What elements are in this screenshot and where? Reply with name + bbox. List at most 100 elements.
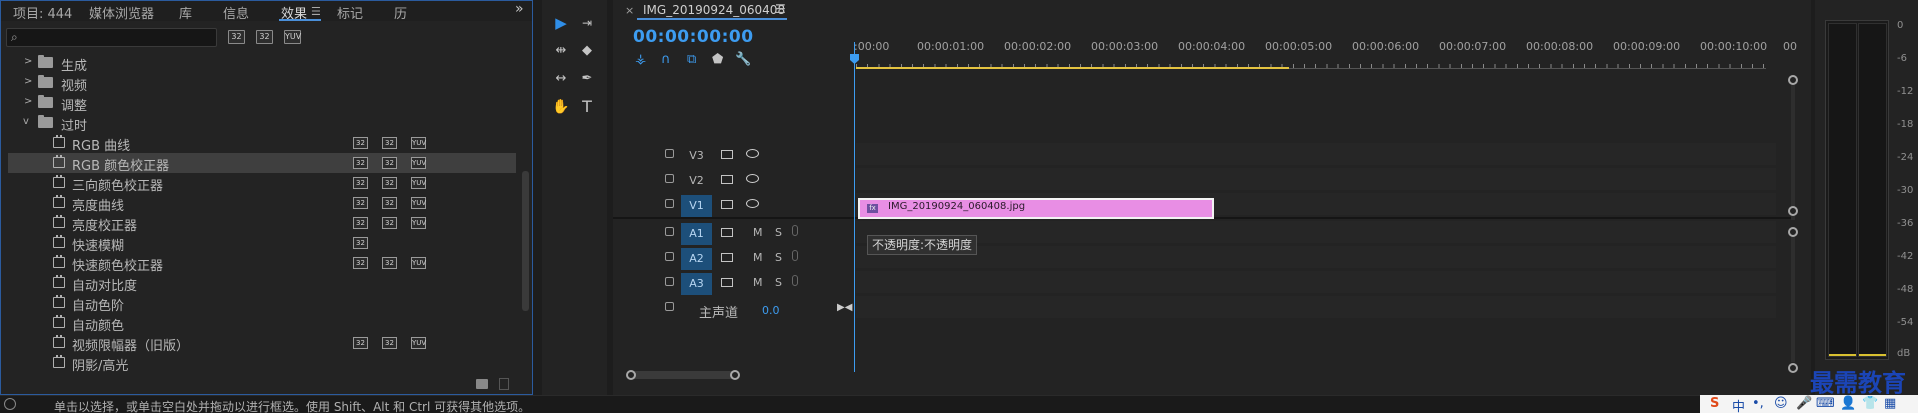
keyboard-icon[interactable]: ⌨	[1816, 396, 1835, 411]
effect-item[interactable]: 阴影/高光	[8, 353, 516, 374]
folder-obsolete[interactable]: v 过时	[8, 113, 516, 134]
track-name-a3[interactable]: A3	[681, 273, 712, 295]
text-tool-icon[interactable]: T	[576, 96, 598, 118]
tab-info[interactable]: 信息	[223, 3, 249, 22]
track-name-v2[interactable]: V2	[681, 170, 712, 192]
scroll-handle-top[interactable]	[1788, 227, 1798, 237]
effect-item[interactable]: 自动对比度	[8, 273, 516, 294]
chevron-right-icon[interactable]: >	[24, 96, 32, 107]
mute-button[interactable]: M	[753, 276, 763, 289]
audio-vertical-scrollbar[interactable]	[1791, 232, 1795, 362]
track-select-tool-icon[interactable]: ⇥	[576, 12, 598, 34]
razor-tool-icon[interactable]: ◆	[576, 40, 598, 62]
effect-item[interactable]: 亮度曲线 32 32 YUV	[8, 193, 516, 214]
wrench-icon[interactable]: 🔧	[735, 52, 751, 67]
horizontal-zoom-scrollbar[interactable]	[631, 371, 735, 379]
new-bin-icon[interactable]	[476, 379, 488, 389]
lock-icon[interactable]	[665, 199, 674, 208]
scroll-handle-top[interactable]	[1788, 75, 1798, 85]
close-sequence-icon[interactable]: ×	[625, 4, 634, 17]
lock-icon[interactable]	[665, 277, 674, 286]
sync-lock-icon[interactable]	[721, 253, 733, 262]
track-name-a2[interactable]: A2	[681, 248, 712, 270]
work-area-bar[interactable]	[856, 67, 1289, 69]
snap-magnet-icon[interactable]: ∩	[661, 52, 671, 67]
mute-button[interactable]: M	[753, 251, 763, 264]
track-name-v1[interactable]: V1	[681, 195, 712, 217]
playhead-line[interactable]	[854, 42, 855, 372]
mute-button[interactable]: M	[753, 226, 763, 239]
ime-punctuation-toggle[interactable]: •,	[1752, 396, 1764, 411]
selection-tool-icon[interactable]: ▶	[550, 12, 572, 34]
track-name-a1[interactable]: A1	[681, 223, 712, 245]
ime-mode-toggle[interactable]: 中	[1732, 396, 1745, 413]
eye-icon[interactable]	[746, 149, 759, 158]
sync-lock-icon[interactable]	[721, 278, 733, 287]
master-volume-value[interactable]: 0.0	[762, 304, 780, 317]
effect-item[interactable]: 自动色阶	[8, 293, 516, 314]
track-lane-a2[interactable]	[856, 246, 1776, 268]
effect-item[interactable]: 自动颜色	[8, 313, 516, 334]
chevron-right-icon[interactable]: >	[24, 56, 32, 67]
emoji-icon[interactable]: ☺	[1774, 396, 1788, 411]
folder-video[interactable]: > 视频	[8, 73, 516, 94]
effect-item[interactable]: 快速颜色校正器 32 32 YUV	[8, 253, 516, 274]
effect-item[interactable]: 三向颜色校正器 32 32 YUV	[8, 173, 516, 194]
lock-icon[interactable]	[665, 227, 674, 236]
track-lane-a1[interactable]	[856, 221, 1776, 243]
linked-selection-icon[interactable]: ⧉	[687, 52, 696, 67]
sync-lock-icon[interactable]	[721, 228, 733, 237]
effect-item[interactable]: 亮度校正器 32 32 YUV	[8, 213, 516, 234]
mic-icon[interactable]	[792, 225, 798, 236]
solo-button[interactable]: S	[775, 276, 782, 289]
user-icon[interactable]: 👤	[1840, 396, 1856, 411]
add-marker-icon[interactable]: ⬟	[712, 52, 723, 67]
eye-icon[interactable]	[746, 199, 759, 208]
playhead-timecode[interactable]: 00:00:00:00	[633, 27, 754, 47]
pen-tool-icon[interactable]: ✒	[576, 68, 598, 90]
mic-icon[interactable]	[792, 275, 798, 286]
track-lane-a3[interactable]	[856, 271, 1776, 293]
lock-icon[interactable]	[665, 149, 674, 158]
voice-input-icon[interactable]: 🎤	[1796, 396, 1812, 411]
tab-media-browser[interactable]: 媒体浏览器	[89, 3, 154, 22]
accelerated-effects-filter-icon[interactable]: 32	[228, 30, 245, 44]
sync-lock-icon[interactable]	[721, 175, 733, 184]
solo-button[interactable]: S	[775, 251, 782, 264]
chevron-right-icon[interactable]: >	[24, 76, 32, 87]
scroll-handle-bottom[interactable]	[1788, 206, 1798, 216]
track-lane-v2[interactable]	[856, 168, 1776, 190]
sequence-menu-icon[interactable]: ☰	[775, 2, 786, 16]
tab-project[interactable]: 项目: 444	[13, 3, 72, 22]
lock-icon[interactable]	[665, 252, 674, 261]
effect-item[interactable]: 视频限幅器（旧版） 32 32 YUV	[8, 333, 516, 354]
ime-logo-icon[interactable]: S	[1710, 396, 1719, 411]
effects-menu-icon[interactable]: ☰	[311, 5, 321, 18]
32bit-effects-filter-icon[interactable]: 32	[256, 30, 273, 44]
track-lane-master[interactable]	[856, 296, 1776, 318]
scroll-handle-bottom[interactable]	[1788, 363, 1798, 373]
toolbox-icon[interactable]: ▦	[1884, 396, 1896, 411]
slip-tool-icon[interactable]: ↔	[550, 68, 572, 90]
solo-button[interactable]: S	[775, 226, 782, 239]
lock-icon[interactable]	[665, 174, 674, 183]
track-lane-v3[interactable]	[856, 143, 1776, 165]
trash-icon[interactable]	[499, 378, 509, 390]
tab-markers[interactable]: 标记	[337, 3, 363, 22]
timeline-clip[interactable]: fx IMG_20190924_060408.jpg	[858, 198, 1214, 219]
track-name-v3[interactable]: V3	[681, 145, 712, 167]
sync-lock-icon[interactable]	[721, 150, 733, 159]
folder-generate[interactable]: > 生成	[8, 53, 516, 74]
effects-scrollbar[interactable]	[522, 171, 529, 311]
effects-search-input[interactable]: ⌕	[6, 28, 217, 47]
sync-lock-icon[interactable]	[721, 200, 733, 209]
nest-toggle-icon[interactable]: ⚶	[635, 52, 646, 67]
zoom-handle-left[interactable]	[626, 370, 636, 380]
hand-tool-icon[interactable]: ✋	[550, 96, 572, 118]
chevron-down-icon[interactable]: v	[23, 116, 29, 127]
skin-icon[interactable]: 👕	[1862, 396, 1878, 411]
effect-item[interactable]: RGB 曲线 32 32 YUV	[8, 133, 516, 154]
sequence-tab[interactable]: IMG_20190924_060408	[643, 3, 785, 17]
tab-history[interactable]: 历	[394, 3, 407, 22]
effect-item-selected[interactable]: RGB 颜色校正器 32 32 YUV	[8, 153, 516, 174]
